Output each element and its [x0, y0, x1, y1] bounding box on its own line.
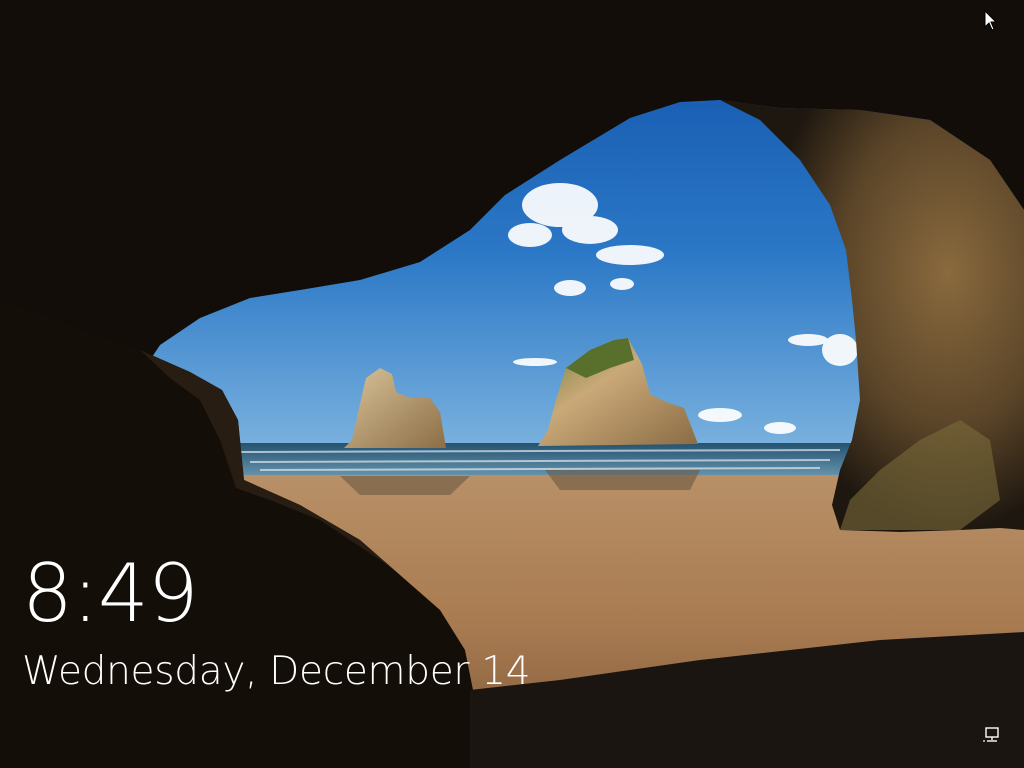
lock-time: 8:49: [22, 547, 199, 640]
clock-block: 8:49 Wednesday, December 14: [22, 548, 622, 696]
lock-screen[interactable]: 8:49 Wednesday, December 14: [0, 0, 1024, 768]
network-monitor-icon[interactable]: [983, 727, 1001, 743]
mouse-pointer-icon: [984, 10, 998, 31]
lock-date: Wednesday, December 14: [22, 649, 531, 694]
